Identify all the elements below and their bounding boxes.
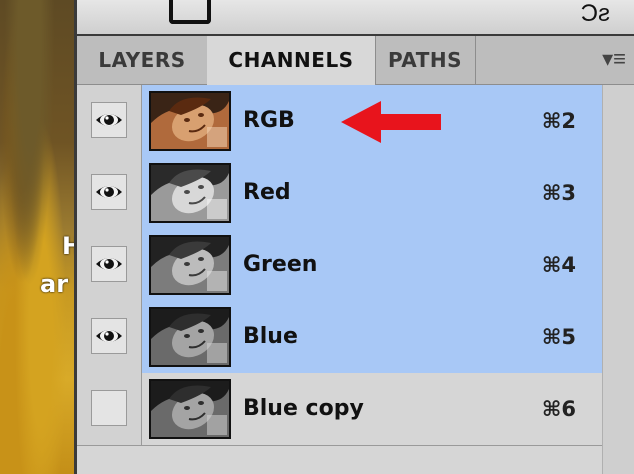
visibility-cell bbox=[77, 301, 142, 373]
channel-thumbnail bbox=[149, 307, 231, 367]
toolbar-glyph-icon bbox=[169, 0, 211, 24]
panel-scroll-area[interactable] bbox=[602, 85, 634, 474]
channel-shortcut: ⌘2 bbox=[541, 109, 576, 133]
channel-shortcut: ⌘4 bbox=[541, 253, 576, 277]
channel-name: Green bbox=[243, 252, 318, 277]
visibility-toggle[interactable] bbox=[91, 390, 127, 426]
visibility-cell bbox=[77, 157, 142, 229]
channel-shortcut: ⌘5 bbox=[541, 325, 576, 349]
channel-row[interactable]: RGB ⌘2 bbox=[77, 85, 602, 158]
channel-thumbnail bbox=[149, 379, 231, 439]
visibility-toggle[interactable] bbox=[91, 102, 127, 138]
visibility-toggle[interactable] bbox=[91, 318, 127, 354]
visibility-cell bbox=[77, 373, 142, 445]
red-arrow-annotation bbox=[341, 99, 443, 150]
channel-thumbnail bbox=[149, 235, 231, 295]
panel-menu-icon[interactable]: ▾≡ bbox=[602, 46, 626, 72]
channel-shortcut: ⌘6 bbox=[541, 397, 576, 421]
canvas-text-line2: ar bbox=[40, 270, 69, 298]
panel-top-strip: Ɔƨ bbox=[77, 0, 634, 36]
channel-row[interactable]: Red ⌘3 bbox=[77, 157, 602, 230]
channel-name: Red bbox=[243, 180, 291, 205]
channel-row[interactable]: Blue ⌘5 bbox=[77, 301, 602, 374]
visibility-toggle[interactable] bbox=[91, 174, 127, 210]
channels-panel: Ɔƨ LAYERS CHANNELS PATHS ▾≡ RGB ⌘2 Red ⌘3 bbox=[77, 0, 634, 474]
channel-name: Blue bbox=[243, 324, 298, 349]
channel-name: RGB bbox=[243, 108, 295, 133]
visibility-cell bbox=[77, 229, 142, 301]
channel-thumbnail bbox=[149, 163, 231, 223]
tab-paths[interactable]: PATHS bbox=[375, 36, 476, 84]
toolbar-glyph-icon: Ɔƨ bbox=[580, 0, 610, 27]
tab-layers[interactable]: LAYERS bbox=[77, 36, 208, 84]
visibility-toggle[interactable] bbox=[91, 246, 127, 282]
channel-thumbnail bbox=[149, 91, 231, 151]
visibility-cell bbox=[77, 85, 142, 157]
channel-row[interactable]: Blue copy ⌘6 bbox=[77, 373, 602, 446]
channel-shortcut: ⌘3 bbox=[541, 181, 576, 205]
channel-row[interactable]: Green ⌘4 bbox=[77, 229, 602, 302]
tab-channels[interactable]: CHANNELS bbox=[207, 36, 376, 85]
panel-tab-bar: LAYERS CHANNELS PATHS ▾≡ bbox=[77, 36, 634, 85]
channel-name: Blue copy bbox=[243, 396, 364, 421]
